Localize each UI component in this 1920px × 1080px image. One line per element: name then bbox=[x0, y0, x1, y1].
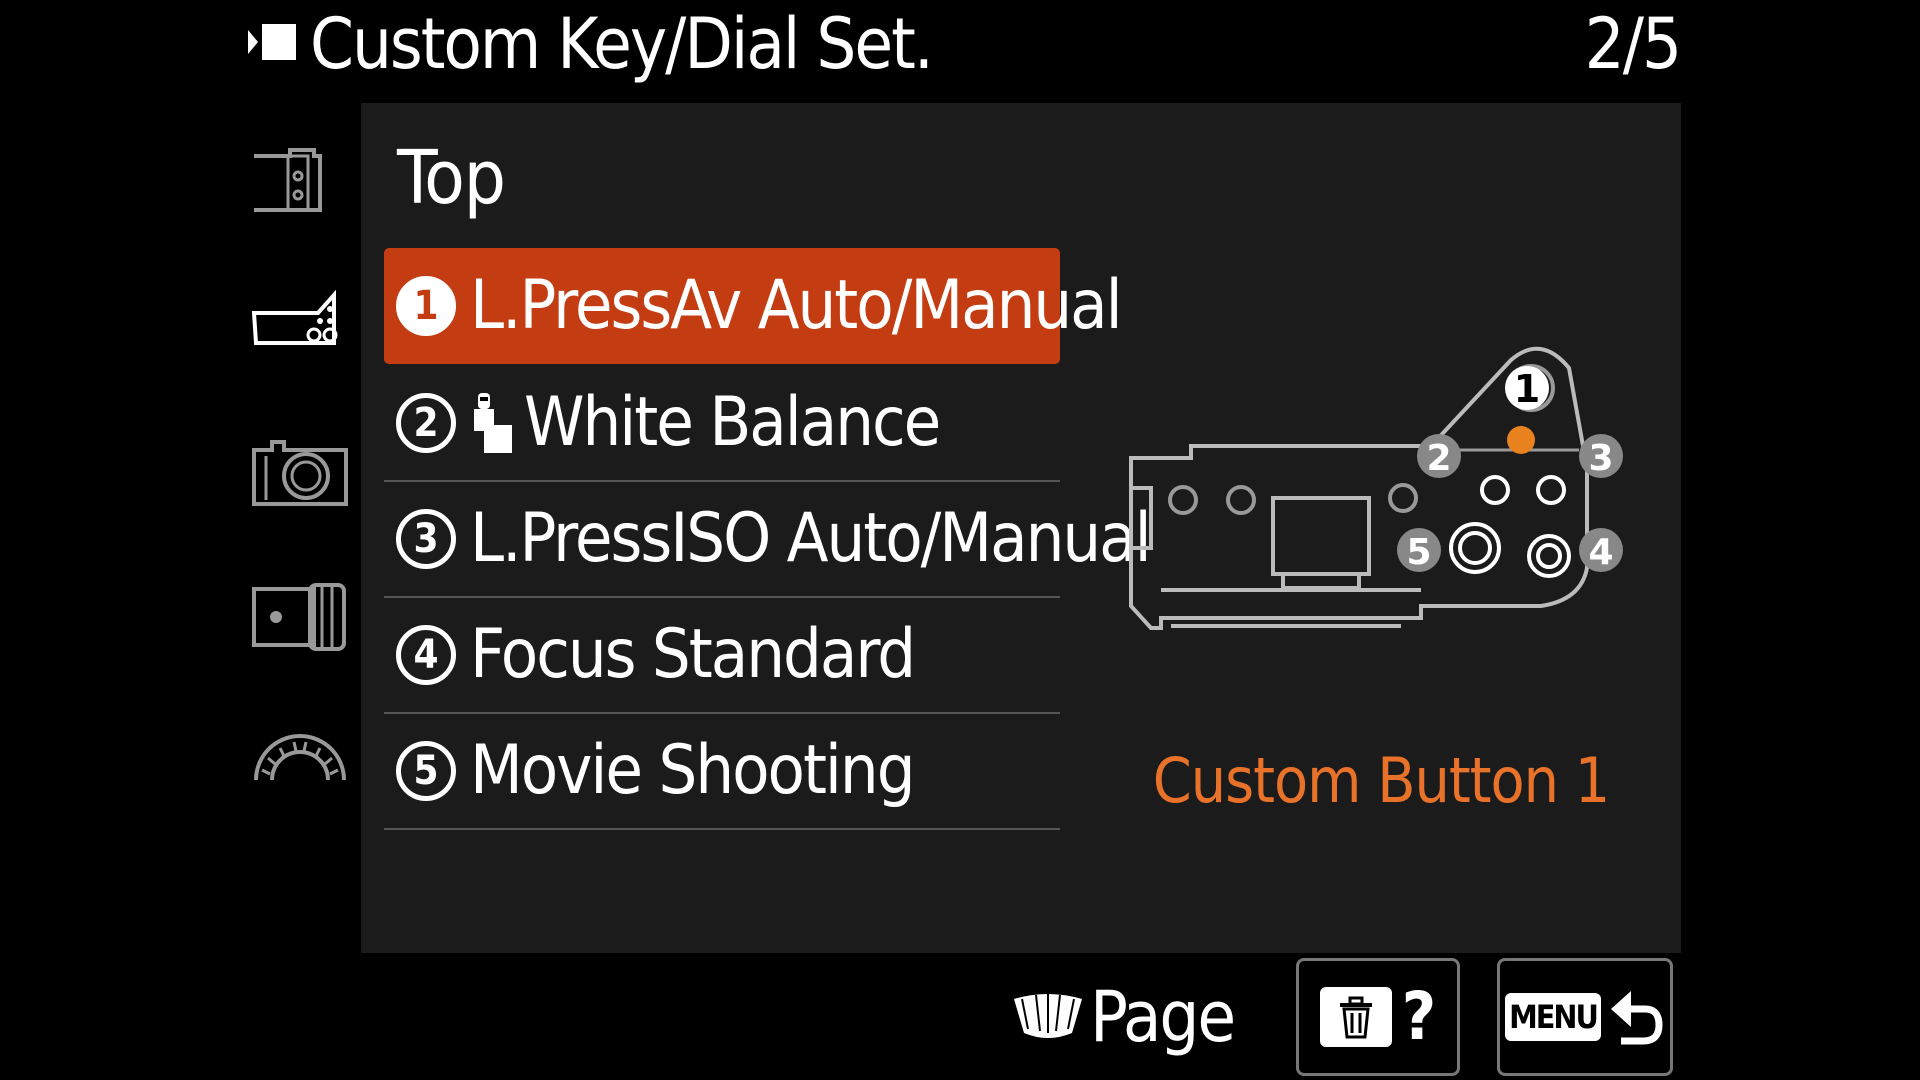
white-balance-icon bbox=[474, 393, 512, 453]
tab-dial[interactable] bbox=[250, 722, 350, 802]
tab-camera-top[interactable] bbox=[250, 285, 350, 365]
page-title: Custom Key/Dial Set. bbox=[310, 3, 934, 85]
tab-lens[interactable] bbox=[250, 575, 350, 655]
camera-top-diagram: 1 2 3 4 5 bbox=[1129, 346, 1623, 630]
camera-rear-tab-icon bbox=[254, 148, 322, 212]
diagram-callouts: 1 2 3 4 5 bbox=[1397, 366, 1623, 573]
delete-help-button[interactable]: ? bbox=[1296, 958, 1460, 1076]
menu-label: MENU bbox=[1505, 993, 1601, 1041]
menu-item-4[interactable]: 4 Focus Standard bbox=[384, 598, 1060, 714]
custom-button-label: Custom Button 1 bbox=[1152, 744, 1610, 817]
menu-list: 1 L.PressAv Auto/Manual 2 White Balance … bbox=[384, 248, 1152, 830]
control-wheel-icon bbox=[1014, 994, 1082, 1038]
menu-item-2[interactable]: 2 White Balance bbox=[384, 366, 1060, 482]
menu-item-label: Movie Shooting bbox=[470, 731, 916, 810]
number-badge: 2 bbox=[396, 393, 456, 453]
menu-item-1[interactable]: 1 L.PressAv Auto/Manual bbox=[384, 248, 1123, 364]
page-label: Page bbox=[1090, 976, 1236, 1058]
menu-back-button[interactable]: MENU bbox=[1497, 958, 1673, 1076]
number-badge: 3 bbox=[396, 509, 456, 569]
callout-3: 3 bbox=[1588, 438, 1613, 479]
lens-tab-icon bbox=[252, 583, 346, 651]
number-badge: 5 bbox=[396, 741, 456, 801]
number-badge: 4 bbox=[396, 625, 456, 685]
section-title: Top bbox=[397, 135, 506, 221]
page-counter: 2/5 bbox=[1584, 3, 1682, 85]
tab-camera-rear[interactable] bbox=[250, 140, 350, 220]
menu-item-label: L.PressAv Auto/Manual bbox=[470, 266, 1123, 345]
menu-item-label: Focus Standard bbox=[470, 615, 916, 694]
main-panel: Top 1 L.PressAv Auto/Manual 2 White Bala… bbox=[361, 103, 1681, 953]
playback-icon bbox=[248, 24, 296, 60]
callout-5: 5 bbox=[1406, 532, 1431, 573]
camera-top-tab-icon bbox=[251, 289, 338, 345]
menu-item-3[interactable]: 3 L.PressISO Auto/Manual bbox=[384, 482, 1152, 598]
menu-item-5[interactable]: 5 Movie Shooting bbox=[384, 714, 1060, 830]
callout-2: 2 bbox=[1426, 438, 1451, 479]
callout-1: 1 bbox=[1514, 367, 1540, 411]
number-badge: 1 bbox=[396, 276, 456, 336]
page-hint: Page bbox=[1012, 972, 1236, 1062]
camera-front-tab-icon bbox=[252, 440, 348, 506]
menu-item-label: White Balance bbox=[524, 383, 941, 462]
back-arrow-icon bbox=[1610, 991, 1663, 1045]
custom-button-1-marker bbox=[1507, 426, 1535, 454]
tab-camera-front[interactable] bbox=[250, 432, 350, 512]
trash-icon bbox=[1319, 987, 1392, 1047]
help-label: ? bbox=[1401, 978, 1437, 1055]
callout-4: 4 bbox=[1588, 532, 1613, 573]
menu-item-label: L.PressISO Auto/Manual bbox=[470, 499, 1152, 578]
dial-tab-icon bbox=[254, 734, 346, 781]
